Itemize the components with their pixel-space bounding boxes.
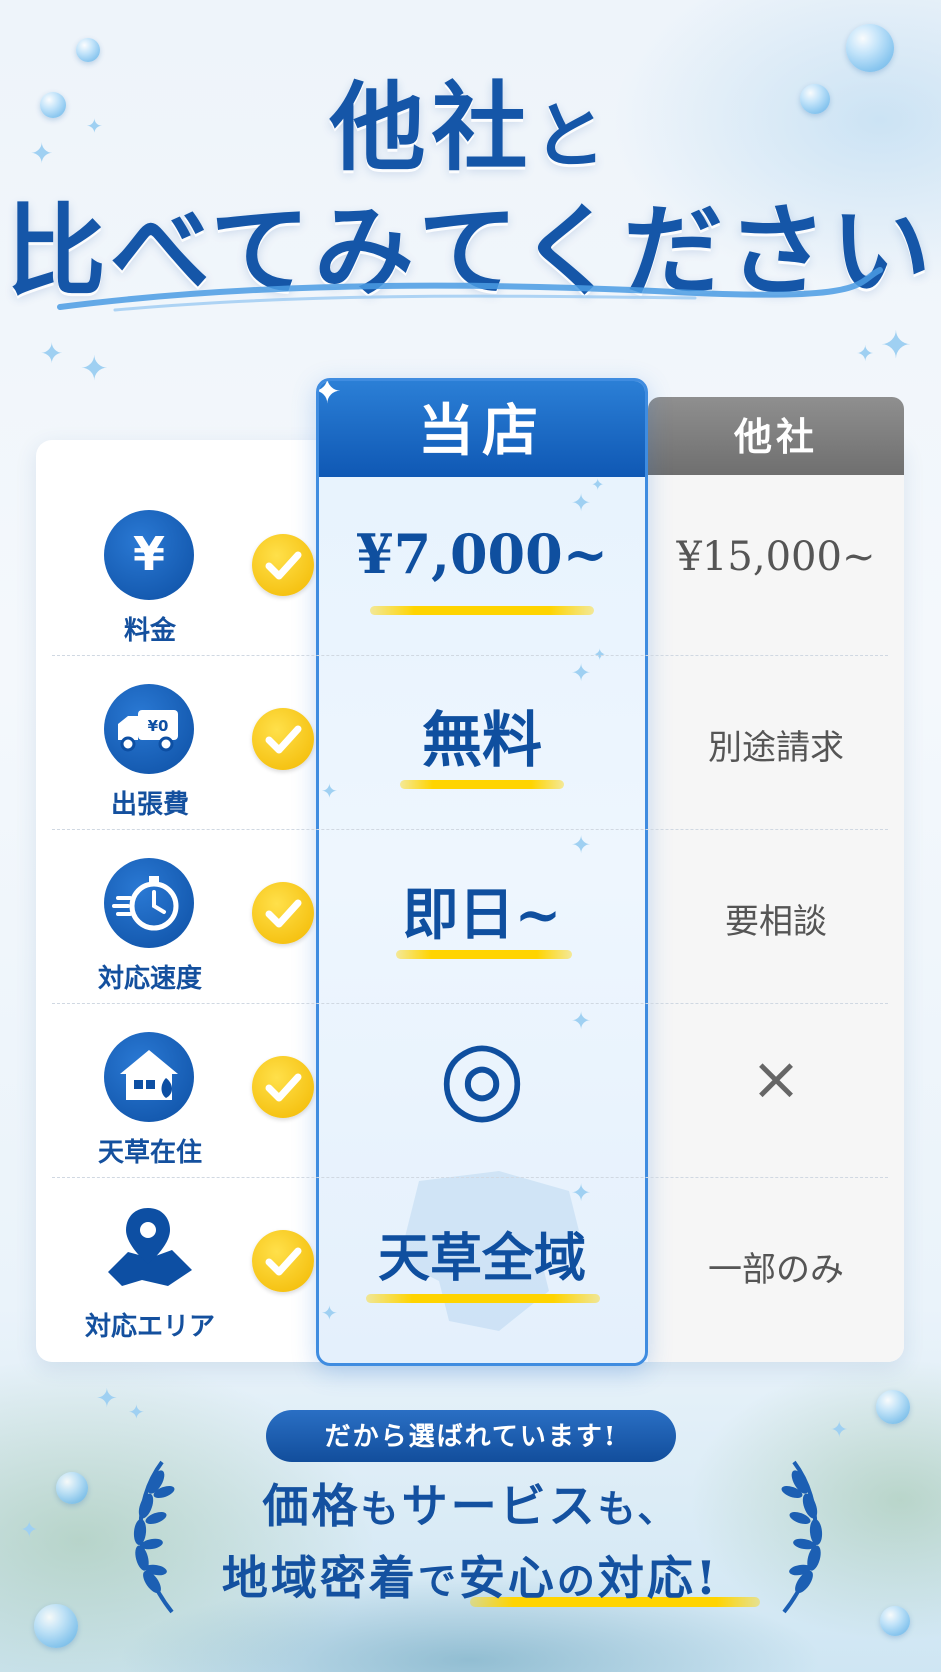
reason-badge: だから選ばれています! xyxy=(266,1410,676,1462)
truck-icon: ¥0 xyxy=(104,684,194,774)
ours-value: 無料 xyxy=(422,706,542,776)
footer-text: で xyxy=(417,1558,459,1603)
other-value: 要相談 xyxy=(725,902,827,942)
svg-text:¥: ¥ xyxy=(133,527,165,581)
other-value: × xyxy=(750,1044,802,1114)
footer-text: 地域密着 xyxy=(221,1551,418,1605)
water-drop xyxy=(34,1604,78,1648)
table-row-response-speed: 対応速度 即日~ 要相談 xyxy=(36,830,904,1004)
highlight-underline xyxy=(366,1294,600,1303)
row-label: 対応速度 xyxy=(97,964,202,994)
water-drop xyxy=(880,1606,910,1636)
ours-value: ¥7,000~ xyxy=(356,522,608,586)
row-label: 出張費 xyxy=(110,790,189,820)
water-drop xyxy=(876,1390,910,1424)
sparkle-icon: ✦ xyxy=(856,342,875,367)
title-particle: と xyxy=(533,93,612,178)
highlight-underline xyxy=(370,606,594,615)
footer-text: も xyxy=(360,1486,402,1531)
check-icon xyxy=(252,1056,314,1118)
title-main: 他社 xyxy=(329,71,534,184)
footer-text: サービス xyxy=(401,1479,598,1533)
map-pin-icon xyxy=(104,1206,194,1296)
highlight-underline xyxy=(400,780,564,789)
footer-text: 価格 xyxy=(262,1479,361,1533)
table-row-service-area: 対応エリア 天草全域 一部のみ xyxy=(36,1178,904,1352)
other-value: 一部のみ xyxy=(708,1250,844,1290)
sparkle-icon: ✦ xyxy=(319,381,342,409)
footer-line-1: 価格もサービスも、 xyxy=(0,1470,941,1536)
sparkle-icon: ✦ xyxy=(128,1400,145,1424)
table-row-price: ¥ 料金 ¥7,000~ ¥15,000~ xyxy=(36,482,904,656)
check-icon xyxy=(252,1230,314,1292)
house-icon xyxy=(104,1032,194,1122)
yen-icon: ¥ xyxy=(104,510,194,600)
table-row-travel-fee: ¥0 出張費 無料 別途請求 xyxy=(36,656,904,830)
svg-text:¥0: ¥0 xyxy=(148,717,169,735)
check-icon xyxy=(252,882,314,944)
footer-text: 安心 xyxy=(458,1551,557,1605)
sparkle-icon: ✦ xyxy=(830,1418,849,1443)
row-label: 料金 xyxy=(123,616,176,646)
sparkle-icon: ✦ xyxy=(80,349,109,389)
title-line-1: 他社と xyxy=(0,50,941,189)
ours-value: 天草全域 xyxy=(377,1228,586,1289)
sparkle-icon: ✦ xyxy=(96,1384,118,1414)
stopwatch-icon xyxy=(104,858,194,948)
check-icon xyxy=(252,708,314,770)
check-icon xyxy=(252,534,314,596)
title-swoosh xyxy=(57,267,883,312)
sparkle-icon: ✦ xyxy=(880,323,912,367)
ours-value: ◎ xyxy=(438,1017,526,1134)
row-label: 天草在住 xyxy=(97,1138,202,1168)
footer-text: の xyxy=(556,1558,598,1603)
footer-text: も、 xyxy=(597,1486,679,1531)
ours-value: 即日~ xyxy=(402,882,562,948)
column-header-ours: 当店 xyxy=(319,381,645,477)
other-value: 別途請求 xyxy=(708,728,844,768)
other-value: ¥15,000~ xyxy=(676,534,876,580)
table-row-local-resident: 天草在住 ◎ × xyxy=(36,1004,904,1178)
sparkle-icon: ✦ xyxy=(40,337,64,370)
footer-text: 対応! xyxy=(597,1551,720,1605)
column-header-other: 他社 xyxy=(648,397,904,475)
footer-line-2: 地域密着で安心の対応! xyxy=(0,1542,941,1608)
highlight-underline xyxy=(396,950,572,959)
row-label: 対応エリア xyxy=(84,1312,215,1342)
